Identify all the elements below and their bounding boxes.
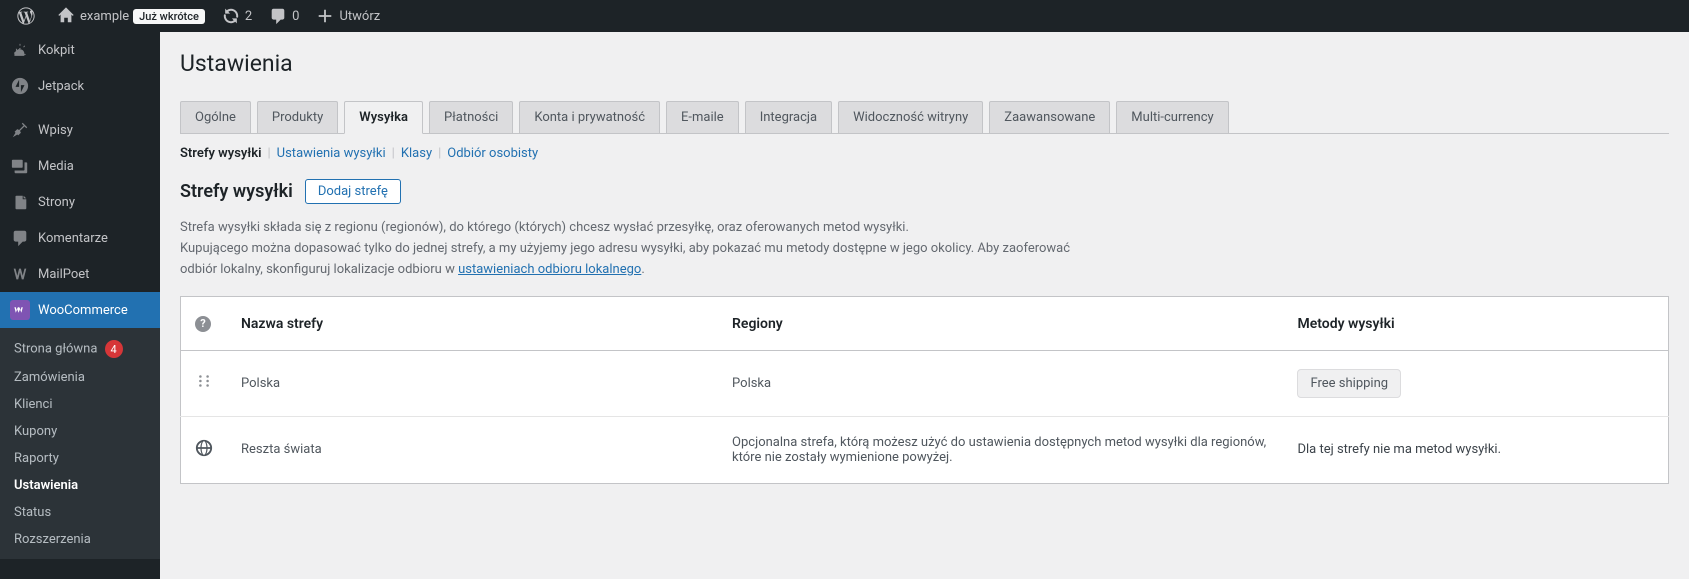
sidebar-item-comments[interactable]: Komentarze	[0, 220, 160, 256]
comment-icon	[268, 6, 288, 26]
local-pickup-settings-link[interactable]: ustawieniach odbioru lokalnego	[458, 262, 641, 277]
admin-toolbar: example Już wkrótce 2 0 Utwórz	[0, 0, 1689, 32]
main-content: Ustawienia Ogólne Produkty Wysyłka Płatn…	[160, 32, 1689, 579]
column-methods: Metody wysyłki	[1283, 297, 1668, 351]
subnav-zones[interactable]: Strefy wysyłki	[180, 146, 261, 161]
zone-name: Polska	[227, 350, 718, 416]
sidebar-item-woocommerce[interactable]: WooCommerce	[0, 292, 160, 328]
subnav-shipping-settings[interactable]: Ustawienia wysyłki	[277, 146, 386, 161]
subnav-local-pickup[interactable]: Odbiór osobisty	[447, 146, 538, 161]
sidebar-item-jetpack[interactable]: Jetpack	[0, 68, 160, 104]
column-name: Nazwa strefy	[227, 297, 718, 351]
plus-icon	[315, 6, 335, 26]
submenu-customers[interactable]: Klienci	[0, 391, 160, 418]
mailpoet-icon	[10, 264, 30, 284]
section-title: Strefy wysyłki	[180, 181, 293, 202]
tab-shipping[interactable]: Wysyłka	[344, 101, 423, 134]
drag-handle-icon[interactable]	[195, 379, 213, 394]
site-link[interactable]: example Już wkrótce	[48, 0, 213, 32]
zone-row[interactable]: Polska Polska Free shipping	[181, 350, 1669, 416]
help-icon[interactable]: ?	[195, 316, 211, 332]
sidebar-item-media[interactable]: Media	[0, 148, 160, 184]
zone-description: Strefa wysyłki składa się z regionu (reg…	[180, 218, 1080, 280]
submenu-extensions[interactable]: Rozszerzenia	[0, 526, 160, 553]
tab-multicurrency[interactable]: Multi-currency	[1116, 101, 1228, 133]
submenu-orders[interactable]: Zamówienia	[0, 364, 160, 391]
refresh-icon	[221, 6, 241, 26]
page-title: Ustawienia	[180, 50, 1669, 77]
tab-emails[interactable]: E-maile	[666, 101, 739, 133]
zone-no-methods: Dla tej strefy nie ma metod wysyłki.	[1283, 416, 1668, 483]
tab-integration[interactable]: Integracja	[745, 101, 832, 133]
settings-tabs: Ogólne Produkty Wysyłka Płatności Konta …	[180, 101, 1669, 134]
column-regions: Regiony	[718, 297, 1283, 351]
shipping-method-badge[interactable]: Free shipping	[1297, 369, 1401, 398]
comments-link[interactable]: 0	[260, 0, 307, 32]
jetpack-icon	[10, 76, 30, 96]
pin-icon	[10, 120, 30, 140]
submenu-settings[interactable]: Ustawienia	[0, 472, 160, 499]
add-zone-button[interactable]: Dodaj strefę	[305, 179, 401, 204]
wp-logo[interactable]	[8, 0, 48, 32]
sidebar-item-dashboard[interactable]: Kokpit	[0, 32, 160, 68]
site-name: example	[80, 9, 129, 24]
media-icon	[10, 156, 30, 176]
submenu-reports[interactable]: Raporty	[0, 445, 160, 472]
updates-count: 2	[245, 9, 252, 24]
home-icon	[56, 6, 76, 26]
wordpress-icon	[16, 6, 36, 26]
globe-icon	[195, 446, 213, 461]
tab-advanced[interactable]: Zaawansowane	[989, 101, 1110, 133]
submenu-home[interactable]: Strona główna 4	[0, 334, 160, 364]
updates-link[interactable]: 2	[213, 0, 260, 32]
subnav-classes[interactable]: Klasy	[401, 146, 432, 161]
sidebar-item-mailpoet[interactable]: MailPoet	[0, 256, 160, 292]
create-link[interactable]: Utwórz	[307, 0, 388, 32]
site-status-badge: Już wkrótce	[133, 9, 205, 24]
submenu-coupons[interactable]: Kupony	[0, 418, 160, 445]
woo-icon	[10, 300, 30, 320]
zone-name: Reszta świata	[227, 416, 718, 483]
tab-payments[interactable]: Płatności	[429, 101, 513, 133]
zone-regions: Polska	[718, 350, 1283, 416]
comments-icon	[10, 228, 30, 248]
submenu-status[interactable]: Status	[0, 499, 160, 526]
sidebar-item-pages[interactable]: Strony	[0, 184, 160, 220]
tab-general[interactable]: Ogólne	[180, 101, 251, 133]
notification-badge: 4	[105, 340, 123, 358]
dashboard-icon	[10, 40, 30, 60]
admin-sidebar: Kokpit Jetpack Wpisy Media Strony Koment…	[0, 32, 160, 579]
page-icon	[10, 192, 30, 212]
zone-row-rest[interactable]: Reszta świata Opcjonalna strefa, którą m…	[181, 416, 1669, 483]
tab-accounts[interactable]: Konta i prywatność	[519, 101, 660, 133]
tab-visibility[interactable]: Widoczność witryny	[838, 101, 983, 133]
zone-regions: Opcjonalna strefa, którą możesz użyć do …	[718, 416, 1283, 483]
shipping-zones-table: ? Nazwa strefy Regiony Metody wysyłki Po…	[180, 296, 1669, 484]
shipping-subnav: Strefy wysyłki|Ustawienia wysyłki|Klasy|…	[180, 146, 1669, 161]
woocommerce-submenu: Strona główna 4 Zamówienia Klienci Kupon…	[0, 328, 160, 559]
sidebar-item-posts[interactable]: Wpisy	[0, 112, 160, 148]
comments-count: 0	[292, 9, 299, 24]
tab-products[interactable]: Produkty	[257, 101, 338, 133]
create-label: Utwórz	[339, 9, 380, 24]
